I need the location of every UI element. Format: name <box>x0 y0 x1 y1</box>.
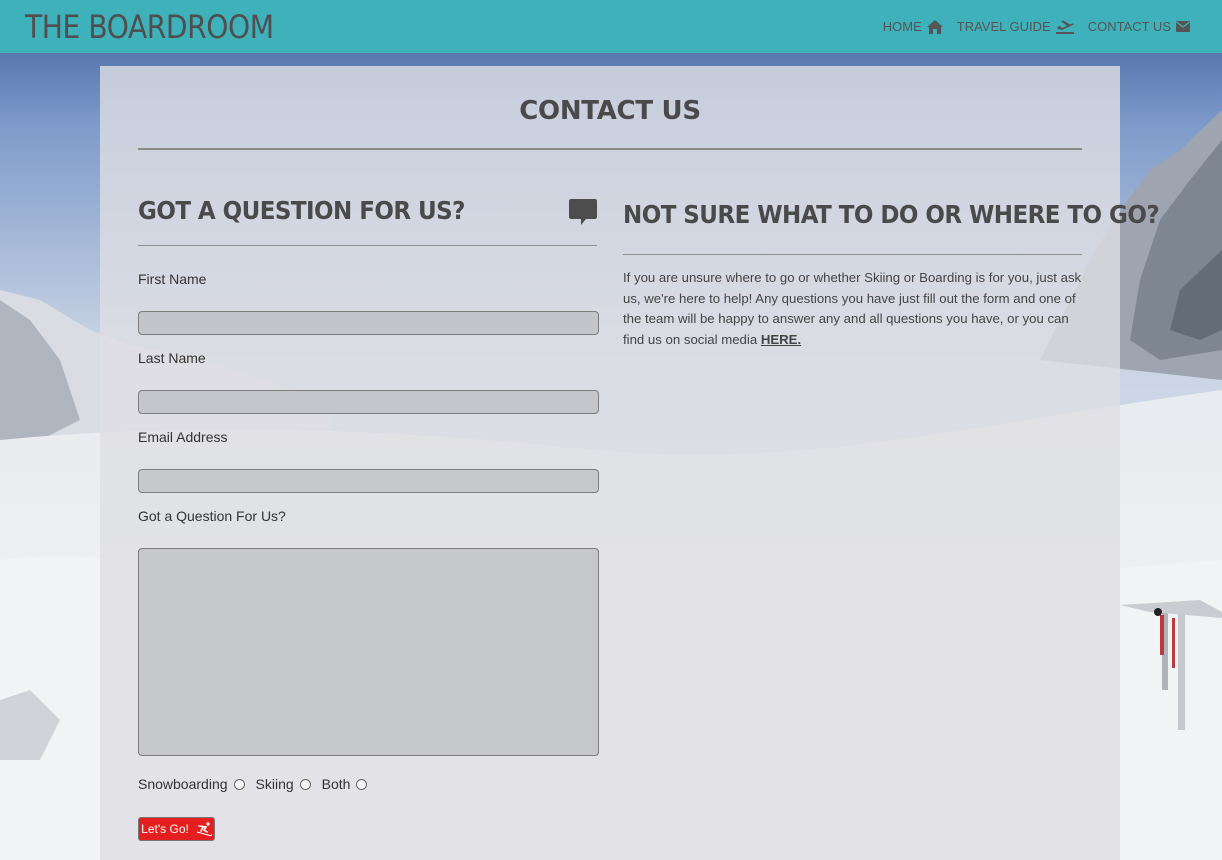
submit-button[interactable]: Let's Go! <box>138 817 215 841</box>
nav-contact-label: CONTACT US <box>1087 19 1171 34</box>
nav-item-home[interactable]: HOME <box>883 19 943 34</box>
radio-option-both: Both <box>322 776 368 792</box>
radio-option-snowboarding: Snowboarding <box>138 776 245 792</box>
page-title: CONTACT US <box>519 96 701 126</box>
title-divider <box>138 148 1082 150</box>
last-name-input[interactable] <box>138 390 599 414</box>
first-name-input[interactable] <box>138 311 599 335</box>
submit-label: Let's Go! <box>141 822 189 836</box>
brand-logo[interactable]: THE BOARDROOM <box>25 6 274 48</box>
last-name-label: Last Name <box>138 350 206 366</box>
nav-travel-guide-label: TRAVEL GUIDE <box>956 19 1051 34</box>
question-textarea[interactable] <box>138 548 599 756</box>
both-label: Both <box>321 776 351 792</box>
info-body: If you are unsure where to go or whether… <box>623 270 1082 347</box>
nav-home-label: HOME <box>882 19 922 34</box>
skier-icon <box>196 822 212 836</box>
form-heading-divider <box>138 245 597 246</box>
form-heading: GOT A QUESTION FOR US? <box>138 196 465 225</box>
main-nav: HOME TRAVEL GUIDE CONTACT US <box>883 0 1190 53</box>
contact-panel: CONTACT US GOT A QUESTION FOR US? First … <box>100 66 1160 860</box>
plane-icon <box>1055 20 1074 34</box>
first-name-label: First Name <box>138 271 207 287</box>
email-label: Email Address <box>138 429 228 445</box>
snowboarding-radio[interactable] <box>233 778 245 790</box>
nav-item-contact-us[interactable]: CONTACT US <box>1088 19 1190 34</box>
home-icon <box>926 19 943 34</box>
nav-item-travel-guide[interactable]: TRAVEL GUIDE <box>957 19 1074 34</box>
activity-radio-group: Snowboarding Skiing Both <box>138 776 368 792</box>
radio-option-skiing: Skiing <box>256 776 311 792</box>
info-heading: NOT SURE WHAT TO DO OR WHERE TO GO? <box>623 200 1160 229</box>
skiing-label: Skiing <box>255 776 294 792</box>
snowboarding-label: Snowboarding <box>138 776 228 792</box>
info-paragraph: If you are unsure where to go or whether… <box>623 268 1083 350</box>
chat-bubble-icon <box>569 199 597 225</box>
both-radio[interactable] <box>356 778 368 790</box>
info-heading-divider <box>623 254 1082 255</box>
social-media-link[interactable]: HERE. <box>761 332 801 347</box>
skiing-radio[interactable] <box>299 778 311 790</box>
top-navbar: THE BOARDROOM HOME TRAVEL GUIDE CONTACT … <box>0 0 1222 53</box>
email-input[interactable] <box>138 469 599 493</box>
question-label: Got a Question For Us? <box>138 508 286 524</box>
envelope-icon <box>1176 21 1190 32</box>
